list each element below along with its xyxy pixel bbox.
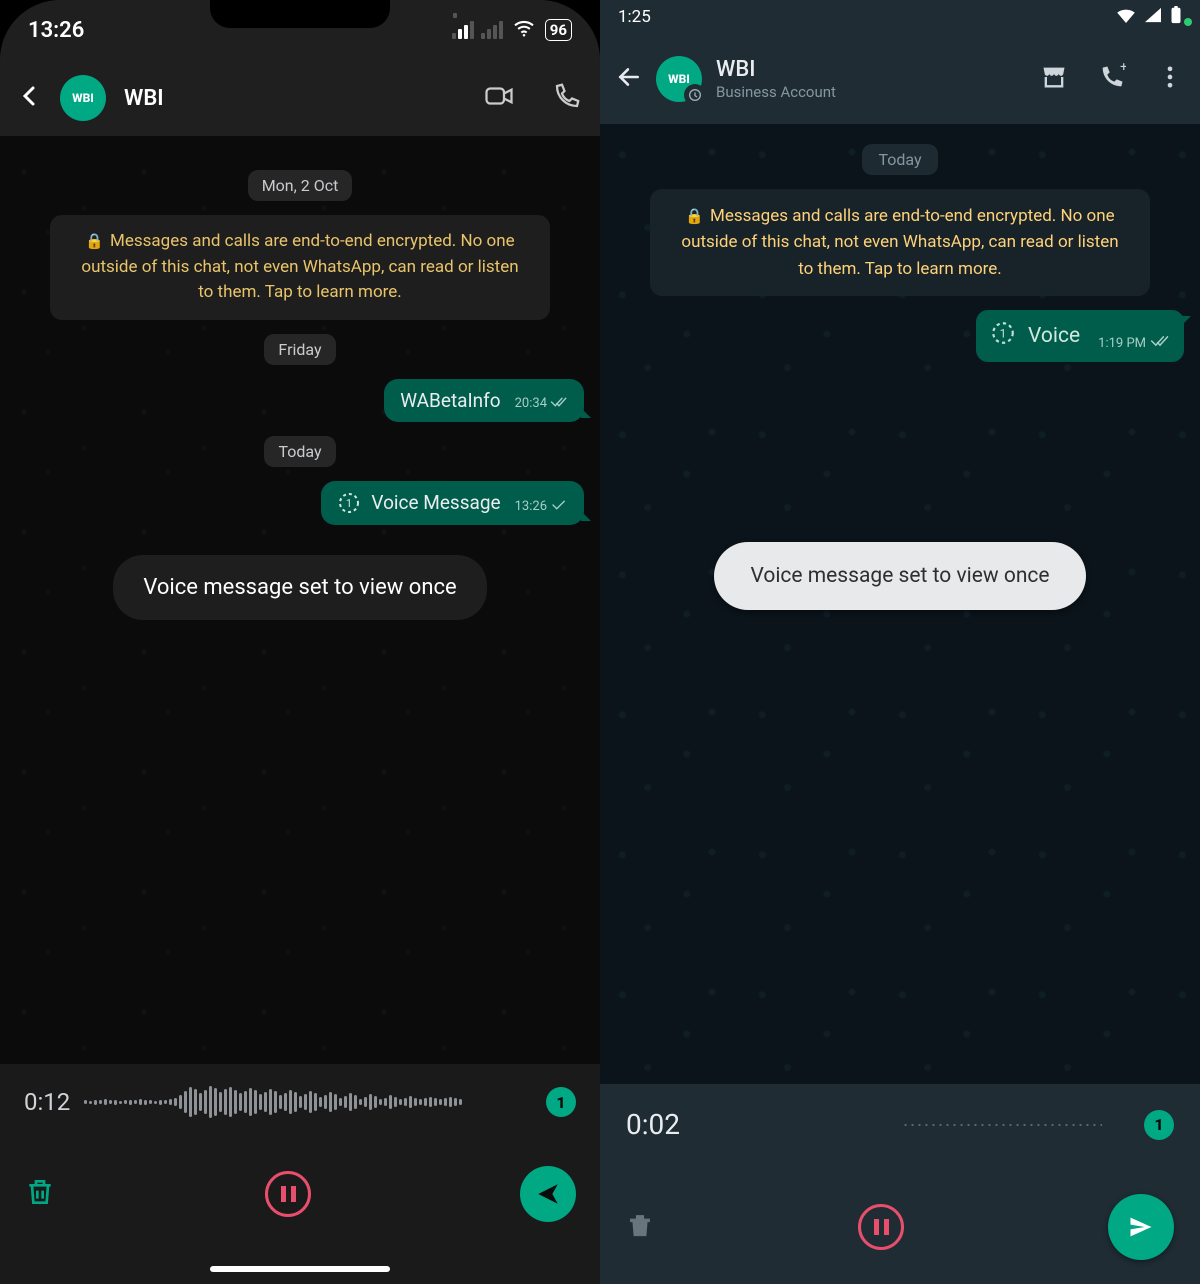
- wifi-icon: [513, 18, 535, 43]
- chat-header: WBI WBI: [0, 60, 600, 136]
- view-once-toggle[interactable]: 1: [546, 1087, 576, 1117]
- date-separator: Friday: [264, 334, 335, 365]
- send-button[interactable]: [1108, 1194, 1174, 1260]
- chat-area[interactable]: Mon, 2 Oct Messages and calls are end-to…: [0, 136, 600, 1064]
- outgoing-voice-message[interactable]: 1 Voice Message 13:26: [321, 481, 584, 525]
- battery-icon: [1170, 6, 1182, 29]
- view-once-toggle[interactable]: 1: [1144, 1110, 1174, 1140]
- call-button[interactable]: +: [1098, 63, 1126, 95]
- ios-notch: [210, 0, 390, 28]
- message-text: WABetaInfo: [400, 389, 500, 412]
- svg-text:1: 1: [346, 497, 352, 510]
- encryption-notice[interactable]: Messages and calls are end-to-end encryp…: [50, 215, 550, 320]
- voice-recorder-panel: 0:12 1: [0, 1064, 600, 1284]
- message-time: 13:26: [515, 499, 547, 514]
- store-button[interactable]: [1040, 63, 1068, 95]
- delete-recording-button[interactable]: [626, 1211, 654, 1243]
- business-badge-icon: [684, 84, 706, 106]
- voice-recorder-panel: 0:02 1: [600, 1084, 1200, 1284]
- android-screen: 1:25 WBI WBI Business Account: [600, 0, 1200, 1284]
- recording-elapsed: 0:12: [24, 1088, 70, 1116]
- double-check-icon: [550, 396, 568, 412]
- avatar[interactable]: WBI: [60, 75, 106, 121]
- view-once-icon: 1: [990, 320, 1016, 352]
- camera-dot: [1184, 18, 1192, 26]
- waveform[interactable]: [84, 1082, 532, 1122]
- outgoing-message[interactable]: WABetaInfo 20:34: [384, 379, 584, 422]
- date-separator: Today: [862, 144, 937, 175]
- svg-text:1: 1: [1000, 326, 1007, 340]
- android-status-bar: 1:25: [600, 0, 1200, 34]
- voice-label: Voice: [1028, 324, 1080, 348]
- toast-notification: Voice message set to view once: [714, 542, 1085, 610]
- encryption-notice[interactable]: Messages and calls are end-to-end encryp…: [650, 189, 1150, 296]
- voice-call-button[interactable]: [552, 81, 582, 115]
- svg-text:+: +: [1120, 63, 1126, 75]
- date-separator: Today: [264, 436, 335, 467]
- send-button[interactable]: [520, 1166, 576, 1222]
- chat-area[interactable]: Today Messages and calls are end-to-end …: [600, 124, 1200, 1084]
- pause-recording-button[interactable]: [858, 1204, 904, 1250]
- message-time: 1:19 PM: [1098, 336, 1146, 351]
- pause-recording-button[interactable]: [265, 1171, 311, 1217]
- cellular-signal-icon: [1144, 7, 1162, 28]
- chat-header: WBI WBI Business Account +: [600, 34, 1200, 124]
- avatar[interactable]: WBI: [656, 56, 702, 102]
- home-indicator[interactable]: [210, 1266, 390, 1272]
- avatar-label: WBI: [72, 91, 94, 105]
- view-once-icon: 1: [337, 491, 361, 515]
- clock: 13:26: [28, 18, 84, 43]
- contact-name[interactable]: WBI: [124, 86, 446, 111]
- date-separator: Mon, 2 Oct: [248, 170, 353, 201]
- back-button[interactable]: [18, 84, 42, 112]
- double-check-icon: [1150, 334, 1170, 352]
- wifi-icon: [1116, 7, 1136, 28]
- waveform[interactable]: [902, 1124, 1102, 1126]
- delete-recording-button[interactable]: [24, 1176, 56, 1212]
- outgoing-voice-message[interactable]: 1 Voice 1:19 PM: [976, 310, 1184, 362]
- toast-notification: Voice message set to view once: [113, 555, 486, 620]
- voice-label: Voice Message: [371, 491, 500, 514]
- avatar-label: WBI: [668, 72, 690, 86]
- clock: 1:25: [618, 7, 651, 27]
- back-button[interactable]: [616, 64, 642, 94]
- ios-screen: 13:26 96 WBI WBI: [0, 0, 600, 1284]
- recording-elapsed: 0:02: [626, 1108, 680, 1141]
- more-options-button[interactable]: [1156, 63, 1184, 95]
- cellular-signal-icon: [452, 21, 503, 39]
- video-call-button[interactable]: [484, 81, 514, 115]
- battery-indicator: 96: [545, 19, 572, 41]
- message-time: 20:34: [515, 396, 547, 411]
- contact-subtitle: Business Account: [716, 83, 1026, 102]
- contact-name[interactable]: WBI: [716, 56, 1026, 84]
- single-check-icon: [550, 499, 568, 515]
